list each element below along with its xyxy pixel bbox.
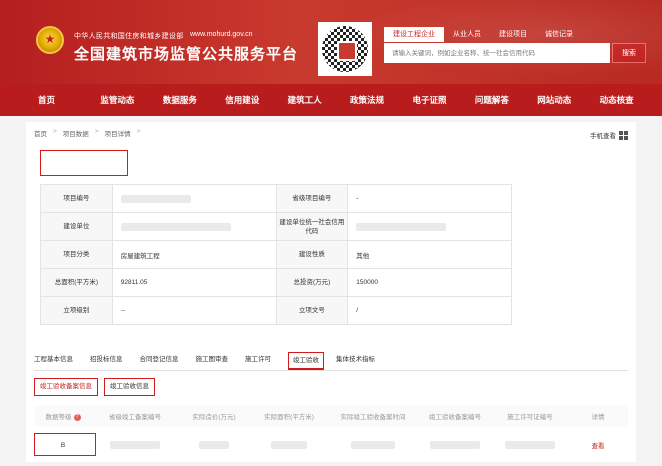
nav-workers[interactable]: 建筑工人	[288, 94, 350, 106]
tabs-divider	[34, 370, 628, 371]
search-tab-enterprise[interactable]: 建设工程企业	[384, 27, 444, 42]
search-input[interactable]	[384, 43, 610, 63]
th-permit-no: 施工许可证编号	[507, 414, 553, 421]
nav-site-news[interactable]: 网站动态	[537, 94, 599, 106]
value-nature: 其他	[347, 240, 512, 269]
value-project-no	[111, 184, 277, 213]
level-highlight	[34, 433, 96, 456]
search-tab-credit[interactable]: 诚信记录	[536, 27, 582, 42]
subtab-acceptance-info[interactable]: 竣工验收信息	[104, 378, 155, 396]
label-doc-no: 立项文号	[275, 296, 349, 325]
label-build-unit: 建设单位	[40, 212, 113, 241]
breadcrumb-separator: >	[94, 128, 99, 135]
label-prov-project-no: 省级项目编号	[275, 184, 349, 213]
label-level: 立项级别	[40, 296, 113, 325]
th-detail: 详情	[591, 414, 605, 421]
value-category: 房屋建筑工程	[111, 240, 277, 269]
table-row: B 查看	[34, 432, 628, 458]
value-build-unit	[111, 212, 277, 241]
tab-construction-permit[interactable]: 施工许可	[245, 352, 271, 370]
nav-policy[interactable]: 政策法规	[350, 94, 412, 106]
nav-credit[interactable]: 信用建设	[225, 94, 287, 106]
mobile-view-label: 手机查看	[590, 133, 616, 140]
tab-tech-indicators[interactable]: 集体技术指标	[336, 352, 375, 370]
value-level: --	[111, 296, 277, 325]
cell-prov-record-no	[92, 441, 178, 449]
project-info-table: 项目编号 省级项目编号 - 建设单位 建设单位统一社会信用代码 项目分类 房屋建…	[40, 184, 512, 325]
nav-data-service[interactable]: 数据服务	[163, 94, 225, 106]
breadcrumb: 首页 > 项目数据 > 项目详情 >	[34, 128, 140, 138]
content-panel: 首页 > 项目数据 > 项目详情 > 手机查看 项目编号 省级项目编号 - 建设…	[26, 122, 636, 462]
label-area: 总面积(平方米)	[40, 268, 113, 297]
nav-e-license[interactable]: 电子证照	[412, 94, 474, 106]
value-doc-no: /	[347, 296, 512, 325]
label-category: 项目分类	[40, 240, 113, 269]
ministry-name: 中华人民共和国住房和城乡建设部	[74, 33, 184, 40]
value-area: 92811.05	[111, 268, 277, 297]
value-credit-code	[347, 212, 512, 241]
label-credit-code: 建设单位统一社会信用代码	[275, 212, 349, 241]
tab-completion-acceptance[interactable]: 竣工验收	[288, 352, 324, 370]
search-tabs: 建设工程企业 从业人员 建设项目 诚信记录	[384, 27, 582, 42]
tab-bidding[interactable]: 招投标信息	[90, 352, 123, 370]
breadcrumb-separator: >	[136, 128, 141, 135]
project-title-highlight	[40, 150, 128, 176]
th-record-no: 竣工验收备案编号	[429, 414, 481, 421]
view-detail-link[interactable]: 查看	[568, 440, 628, 450]
value-investment: 150000	[347, 268, 512, 297]
tab-drawing-review[interactable]: 施工图审查	[196, 352, 229, 370]
nav-home[interactable]: 首页	[38, 94, 100, 106]
nav-verify[interactable]: 动态核查	[600, 94, 662, 106]
th-actual-area: 实际面积(平方米)	[264, 414, 314, 421]
breadcrumb-project-data[interactable]: 项目数据	[63, 128, 89, 138]
label-nature: 建设性质	[275, 240, 349, 269]
search-tab-project[interactable]: 建设项目	[490, 27, 536, 42]
table-header: 数据等级? 省级竣工备案编号 实际造价(万元) 实际面积(平方米) 实际竣工验收…	[34, 406, 628, 426]
nav-regulatory-news[interactable]: 监管动态	[100, 94, 162, 106]
site-header: 中华人民共和国住房和城乡建设部 www.mohurd.gov.cn 全国建筑市场…	[0, 0, 662, 84]
label-investment: 总投资(万元)	[275, 268, 349, 297]
breadcrumb-project-detail: 项目详情	[104, 131, 131, 138]
qr-grid-icon	[619, 130, 628, 140]
acceptance-subtabs: 竣工验收备案信息 竣工验收信息	[34, 378, 155, 396]
cell-record-time	[328, 441, 418, 449]
value-prov-project-no: -	[347, 184, 512, 213]
th-prov-record-no: 省级竣工备案编号	[109, 414, 161, 421]
detail-tabs: 工程基本信息 招投标信息 合同登记信息 施工图审查 施工许可 竣工验收 集体技术…	[34, 352, 392, 370]
qr-code	[318, 22, 372, 76]
th-actual-cost: 实际造价(万元)	[192, 414, 236, 421]
breadcrumb-home[interactable]: 首页	[34, 128, 47, 138]
th-record-time: 实际竣工验收备案时间	[340, 414, 406, 421]
cell-actual-area	[250, 441, 328, 449]
cell-actual-cost	[178, 441, 250, 449]
ministry-url[interactable]: www.mohurd.gov.cn	[190, 31, 253, 38]
tab-basic-info[interactable]: 工程基本信息	[34, 352, 73, 370]
breadcrumb-separator: >	[53, 128, 57, 135]
national-emblem-icon	[36, 26, 64, 54]
subtab-acceptance-record[interactable]: 竣工验收备案信息	[34, 378, 98, 396]
search-button[interactable]: 搜索	[612, 43, 646, 63]
help-icon[interactable]: ?	[73, 413, 81, 421]
mobile-view[interactable]: 手机查看	[590, 130, 628, 140]
tab-contract[interactable]: 合同登记信息	[140, 352, 179, 370]
qr-code-icon	[322, 26, 368, 72]
nav-faq[interactable]: 问题解答	[475, 94, 537, 106]
site-title: 全国建筑市场监管公共服务平台	[74, 46, 299, 63]
search-tab-personnel[interactable]: 从业人员	[444, 27, 490, 42]
label-project-no: 项目编号	[40, 184, 113, 213]
cell-permit-no	[492, 441, 568, 449]
main-nav: 首页 监管动态 数据服务 信用建设 建筑工人 政策法规 电子证照 问题解答 网站…	[0, 84, 662, 116]
cell-record-no	[418, 441, 492, 449]
th-level: 数据等级?	[34, 411, 92, 421]
